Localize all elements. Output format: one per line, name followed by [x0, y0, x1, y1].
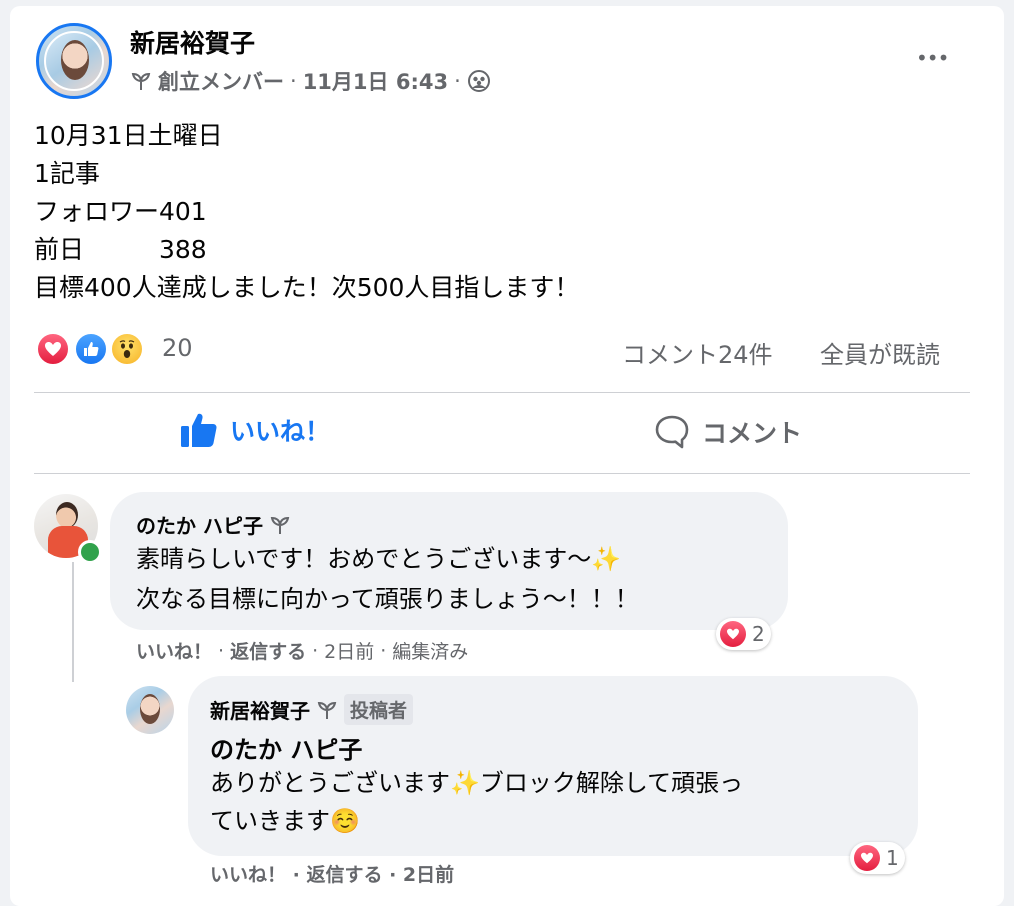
thumbs-up-icon: [180, 412, 218, 448]
meta-separator: ·: [454, 69, 461, 93]
reply-reaction-count: 1: [886, 846, 899, 870]
audience-group-icon[interactable]: [467, 69, 491, 93]
comment-button[interactable]: コメント: [654, 414, 802, 450]
meta-separator: ·: [380, 639, 387, 662]
reply-bubble: 新居裕賀子 投稿者 のたか ハピ子 ありがとうございます✨ブロック解除して頑張っ…: [188, 676, 918, 856]
online-status-dot: [78, 540, 102, 564]
post-body: 10月31日土曜日 1記事 フォロワー401 前日 388 目標400人達成しま…: [34, 117, 579, 307]
post-line: 1記事: [34, 159, 100, 188]
reply-author-name[interactable]: 新居裕賀子: [210, 695, 310, 724]
meta-separator: ·: [312, 639, 319, 662]
post-line: 前日 388: [34, 235, 207, 264]
commenter-name[interactable]: のたか ハピ子: [136, 510, 263, 539]
comment-bubble: のたか ハピ子 素晴らしいです！おめでとうございます〜✨ 次なる目標に向かって頑…: [110, 492, 788, 630]
comment-count-link[interactable]: コメント24件: [622, 335, 773, 370]
more-options-button[interactable]: •••: [916, 46, 949, 70]
post-line: フォロワー401: [34, 197, 207, 226]
divider: [34, 392, 970, 393]
seen-by-link[interactable]: 全員が既読: [820, 335, 940, 370]
member-badge[interactable]: 創立メンバー: [158, 66, 284, 96]
author-role-tag: 投稿者: [344, 694, 414, 725]
post-card: 新居裕賀子 創立メンバー · 11月1日 6:43 · ••• 10月31日土曜…: [10, 6, 1004, 906]
comment-actions: いいね！ · 返信する · 2日前 · 編集済み: [136, 637, 468, 664]
post-line: 10月31日土曜日: [34, 121, 223, 150]
comment-reaction-badge[interactable]: 2: [716, 618, 771, 650]
reactions-summary[interactable]: 20: [36, 332, 216, 368]
reply-text: ありがとうございます✨ブロック解除して頑張っ: [210, 769, 744, 797]
meta-separator: ·: [290, 69, 297, 93]
love-reaction-icon: [720, 621, 746, 647]
sprout-icon: [316, 699, 338, 721]
like-button-label: いいね！: [230, 417, 331, 446]
reply-author-avatar[interactable]: [126, 686, 174, 734]
reply-actions[interactable]: いいね！ · 返信する · 2日前: [210, 860, 454, 887]
reply-reaction-badge[interactable]: 1: [850, 842, 905, 874]
sprout-icon: [130, 70, 152, 92]
divider: [34, 473, 970, 474]
like-button[interactable]: いいね！: [180, 412, 330, 448]
reply-thread-line: [72, 562, 74, 682]
comment-time[interactable]: 2日前: [324, 637, 374, 664]
like-reaction-icon: [74, 332, 108, 366]
meta-separator: ·: [218, 639, 225, 662]
post-meta: 創立メンバー · 11月1日 6:43 ·: [130, 66, 491, 96]
comment-reaction-count: 2: [752, 622, 765, 646]
comment-like-button[interactable]: いいね！: [136, 637, 212, 664]
wow-reaction-icon: [110, 332, 144, 366]
love-reaction-icon: [854, 845, 880, 871]
post-line: 目標400人達成しました！次500人目指します！: [34, 273, 580, 302]
comment-text: 素晴らしいです！おめでとうございます〜✨: [136, 545, 622, 573]
sprout-icon: [269, 514, 291, 536]
speech-bubble-icon: [654, 414, 690, 450]
reaction-count: 20: [162, 334, 193, 362]
love-reaction-icon: [36, 332, 70, 366]
post-timestamp[interactable]: 11月1日 6:43: [303, 66, 448, 96]
post-author-name[interactable]: 新居裕賀子: [130, 24, 255, 60]
comment-edited-label[interactable]: 編集済み: [392, 637, 468, 664]
comment-button-label: コメント: [702, 419, 803, 448]
comment-text: 次なる目標に向かって頑張りましょう〜！！！: [136, 585, 639, 613]
author-avatar[interactable]: [36, 23, 112, 99]
mention-link[interactable]: のたか ハピ子: [210, 730, 362, 765]
comment-reply-button[interactable]: 返信する: [230, 637, 306, 664]
reply-text: ていきます☺️: [210, 807, 360, 835]
